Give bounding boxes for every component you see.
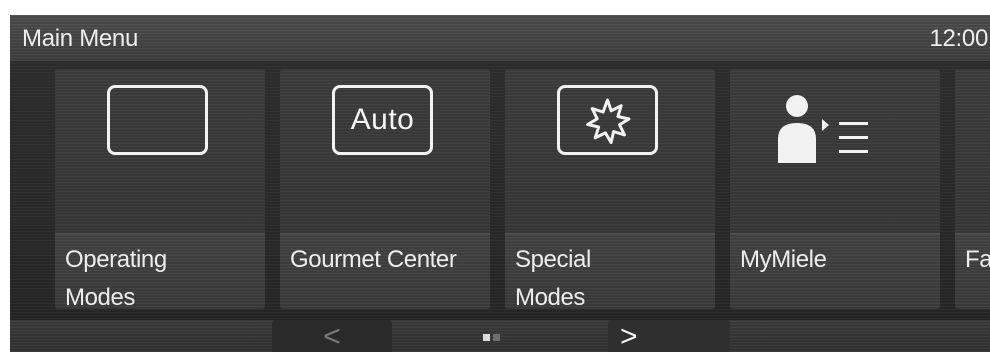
oven-display-screen: Main Menu 12:00 Operating Modes Auto Gou… [10, 15, 990, 352]
tile-label: Operating Modes [65, 246, 167, 309]
page-dot-inactive [493, 334, 500, 341]
clock: 12:00 [929, 25, 988, 52]
previous-page-button[interactable]: < [272, 320, 392, 352]
tile-label: Fa [965, 246, 990, 273]
tile-label: Special Modes [515, 246, 591, 309]
tile-operating-modes[interactable]: Operating Modes [55, 69, 265, 309]
tile-special-modes[interactable]: Special Modes [505, 69, 715, 309]
tile-mymiele[interactable]: MyMiele [730, 69, 940, 309]
tile-label: MyMiele [740, 246, 827, 273]
special-modes-star-icon [557, 85, 658, 155]
star-burst-icon [586, 98, 631, 144]
page-indicator [483, 334, 503, 342]
tile-gourmet-center[interactable]: Auto Gourmet Center [280, 69, 490, 309]
empty-oven-icon [107, 85, 208, 155]
auto-icon: Auto [332, 85, 433, 155]
header-bar: Main Menu 12:00 [10, 15, 990, 61]
user-list-icon [778, 95, 868, 163]
page-title: Main Menu [22, 25, 139, 52]
auto-icon-text: Auto [350, 103, 415, 136]
page-dot-active [483, 334, 490, 341]
navigation-bar: < > [10, 320, 990, 352]
menu-tiles: Operating Modes Auto Gourmet Center Spec… [10, 69, 990, 309]
tile-label: Gourmet Center [290, 246, 457, 273]
tile-partial[interactable]: Fa [955, 69, 990, 309]
next-page-button[interactable]: > [608, 320, 730, 352]
